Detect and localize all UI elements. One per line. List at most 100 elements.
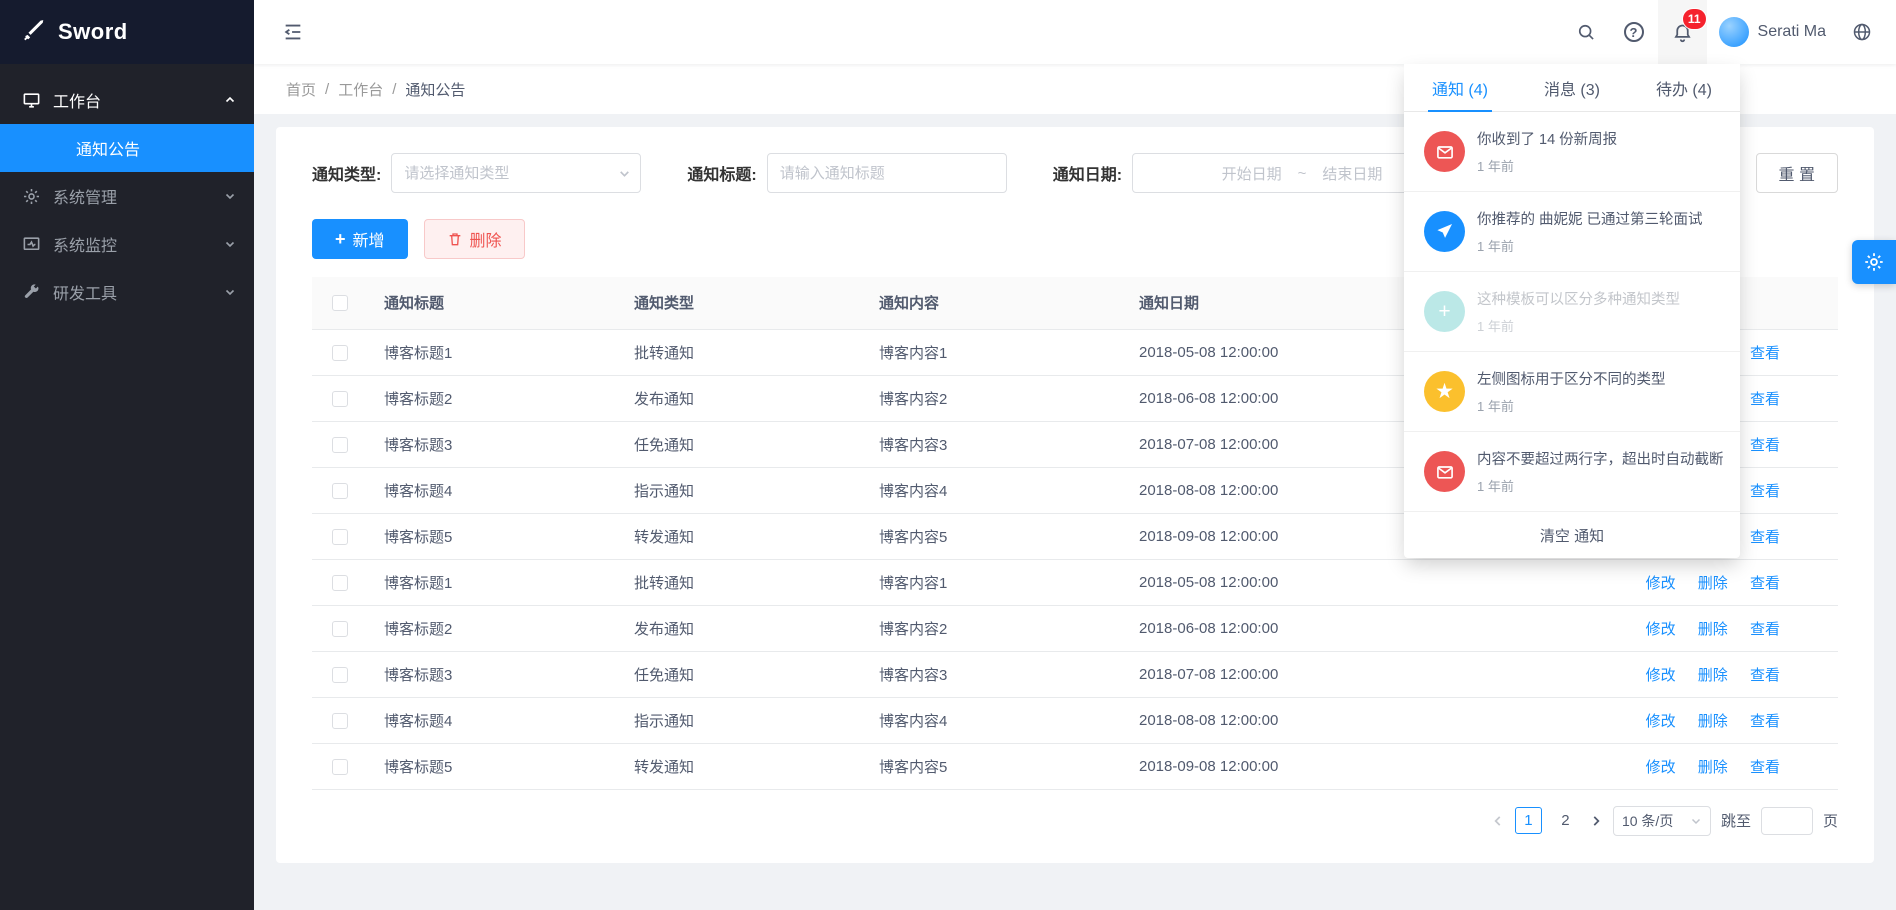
plus-glyph: + bbox=[1438, 301, 1450, 322]
cell-type: 发布通知 bbox=[618, 375, 863, 421]
edit-link[interactable]: 修改 bbox=[1646, 759, 1676, 776]
select-all-checkbox[interactable] bbox=[332, 295, 348, 311]
view-link[interactable]: 查看 bbox=[1750, 483, 1780, 500]
delete-link[interactable]: 删除 bbox=[1698, 667, 1728, 684]
notice-type-select-input[interactable] bbox=[391, 153, 641, 193]
edit-link[interactable]: 修改 bbox=[1646, 575, 1676, 592]
notification-item[interactable]: 你推荐的 曲妮妮 已通过第三轮面试 1 年前 bbox=[1404, 192, 1740, 272]
row-checkbox[interactable] bbox=[332, 621, 348, 637]
notification-time: 1 年前 bbox=[1477, 316, 1732, 335]
language-button[interactable] bbox=[1838, 0, 1886, 64]
user-menu[interactable]: Serati Ma bbox=[1707, 0, 1838, 64]
jump-unit: 页 bbox=[1823, 810, 1838, 831]
notification-time: 1 年前 bbox=[1477, 156, 1732, 175]
notice-title-input[interactable] bbox=[767, 153, 1007, 193]
view-link[interactable]: 查看 bbox=[1750, 759, 1780, 776]
view-link[interactable]: 查看 bbox=[1750, 575, 1780, 592]
view-link[interactable]: 查看 bbox=[1750, 529, 1780, 546]
page-number-1[interactable]: 1 bbox=[1515, 807, 1542, 834]
cell-title: 博客标题1 bbox=[368, 559, 618, 605]
edit-link[interactable]: 修改 bbox=[1646, 667, 1676, 684]
cell-date: 2018-05-08 12:00:00 bbox=[1123, 559, 1483, 605]
view-link[interactable]: 查看 bbox=[1750, 437, 1780, 454]
app-root: Sword 工作台 通知公告 bbox=[0, 0, 1896, 910]
row-checkbox[interactable] bbox=[332, 437, 348, 453]
sidebar-item-dev-tools[interactable]: 研发工具 bbox=[0, 268, 254, 316]
search-button[interactable] bbox=[1562, 0, 1610, 64]
notification-item[interactable]: 内容不要超过两行字，超出时自动截断 1 年前 bbox=[1404, 432, 1740, 512]
cell-type: 转发通知 bbox=[618, 513, 863, 559]
sidebar-collapse-icon[interactable] bbox=[276, 15, 310, 49]
row-checkbox[interactable] bbox=[332, 759, 348, 775]
sidebar-item-label: 研发工具 bbox=[53, 280, 117, 304]
cell-content: 博客内容1 bbox=[863, 559, 1123, 605]
table-row: 博客标题4 指示通知 博客内容4 2018-08-08 12:00:00 修改 … bbox=[312, 697, 1838, 743]
cell-type: 任免通知 bbox=[618, 651, 863, 697]
delete-link[interactable]: 删除 bbox=[1698, 621, 1728, 638]
notification-text: 你推荐的 曲妮妮 已通过第三轮面试 bbox=[1477, 208, 1732, 229]
row-checkbox[interactable] bbox=[332, 575, 348, 591]
logo-title: Sword bbox=[58, 19, 128, 45]
row-checkbox[interactable] bbox=[332, 391, 348, 407]
notifications-button[interactable]: 11 bbox=[1658, 0, 1707, 64]
row-checkbox[interactable] bbox=[332, 529, 348, 545]
notification-item[interactable]: ★ 左侧图标用于区分不同的类型 1 年前 bbox=[1404, 352, 1740, 432]
row-checkbox[interactable] bbox=[332, 345, 348, 361]
date-range-separator: ~ bbox=[1298, 165, 1307, 182]
notification-item-read[interactable]: + 这种模板可以区分多种通知类型 1 年前 bbox=[1404, 272, 1740, 352]
row-checkbox[interactable] bbox=[332, 483, 348, 499]
view-link[interactable]: 查看 bbox=[1750, 713, 1780, 730]
settings-fab-button[interactable] bbox=[1852, 240, 1896, 284]
notification-body: 你收到了 14 份新周报 1 年前 bbox=[1477, 128, 1732, 175]
clear-notifications-button[interactable]: 清空 通知 bbox=[1404, 512, 1740, 558]
sidebar-item-workbench[interactable]: 工作台 bbox=[0, 76, 254, 124]
breadcrumb-home[interactable]: 首页 bbox=[286, 79, 316, 100]
edit-link[interactable]: 修改 bbox=[1646, 621, 1676, 638]
page-number-2[interactable]: 2 bbox=[1552, 807, 1579, 834]
tab-notice[interactable]: 通知 (4) bbox=[1404, 64, 1516, 111]
cell-type: 任免通知 bbox=[618, 421, 863, 467]
delete-link[interactable]: 删除 bbox=[1698, 575, 1728, 592]
sidebar-item-notice-active[interactable]: 通知公告 bbox=[0, 124, 254, 172]
view-link[interactable]: 查看 bbox=[1750, 391, 1780, 408]
table-row: 博客标题1 批转通知 博客内容1 2018-05-08 12:00:00 修改 … bbox=[312, 559, 1838, 605]
view-link[interactable]: 查看 bbox=[1750, 621, 1780, 638]
next-page-icon[interactable] bbox=[1589, 814, 1603, 828]
send-icon bbox=[1424, 211, 1465, 252]
tab-message[interactable]: 消息 (3) bbox=[1516, 64, 1628, 111]
add-button[interactable]: + 新增 bbox=[312, 219, 408, 259]
breadcrumb-workbench[interactable]: 工作台 bbox=[338, 79, 383, 100]
logo[interactable]: Sword bbox=[0, 0, 254, 64]
jump-page-input[interactable] bbox=[1761, 807, 1813, 835]
sidebar-item-system-mgmt[interactable]: 系统管理 bbox=[0, 172, 254, 220]
jump-label: 跳至 bbox=[1721, 810, 1751, 831]
delete-button[interactable]: 删除 bbox=[424, 219, 525, 259]
wrench-icon bbox=[22, 282, 42, 302]
column-header-title: 通知标题 bbox=[368, 277, 618, 329]
plus-icon: + bbox=[1424, 291, 1465, 332]
filter-title-label: 通知标题: bbox=[687, 161, 756, 185]
table-row: 博客标题5 转发通知 博客内容5 2018-09-08 12:00:00 修改 … bbox=[312, 743, 1838, 789]
row-checkbox[interactable] bbox=[332, 713, 348, 729]
reset-button[interactable]: 重 置 bbox=[1756, 153, 1838, 193]
help-button[interactable]: ? bbox=[1610, 0, 1658, 64]
tab-todo[interactable]: 待办 (4) bbox=[1628, 64, 1740, 111]
view-link[interactable]: 查看 bbox=[1750, 667, 1780, 684]
row-checkbox[interactable] bbox=[332, 667, 348, 683]
sidebar-item-system-monitor[interactable]: 系统监控 bbox=[0, 220, 254, 268]
prev-page-icon[interactable] bbox=[1491, 814, 1505, 828]
notification-item[interactable]: 你收到了 14 份新周报 1 年前 bbox=[1404, 112, 1740, 192]
delete-link[interactable]: 删除 bbox=[1698, 713, 1728, 730]
star-icon: ★ bbox=[1424, 371, 1465, 412]
notification-body: 内容不要超过两行字，超出时自动截断 1 年前 bbox=[1477, 448, 1732, 495]
cell-content: 博客内容4 bbox=[863, 697, 1123, 743]
notification-time: 1 年前 bbox=[1477, 396, 1732, 415]
page-size-select[interactable]: 10 条/页 bbox=[1613, 806, 1711, 836]
notification-body: 你推荐的 曲妮妮 已通过第三轮面试 1 年前 bbox=[1477, 208, 1732, 255]
delete-link[interactable]: 删除 bbox=[1698, 759, 1728, 776]
notice-type-select[interactable] bbox=[391, 153, 641, 193]
view-link[interactable]: 查看 bbox=[1750, 345, 1780, 362]
cell-content: 博客内容1 bbox=[863, 329, 1123, 375]
edit-link[interactable]: 修改 bbox=[1646, 713, 1676, 730]
cell-type: 批转通知 bbox=[618, 329, 863, 375]
